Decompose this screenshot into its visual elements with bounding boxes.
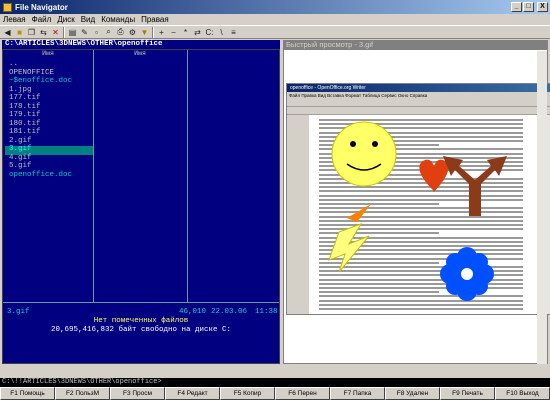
menu-right[interactable]: Правая — [138, 15, 172, 24]
delete-icon[interactable]: ✕ — [50, 27, 61, 38]
minus-icon[interactable]: − — [168, 27, 179, 38]
f2-user-menu-button[interactable]: F2 ПользМ — [55, 387, 110, 400]
find-icon[interactable]: ⌕ — [103, 27, 114, 38]
selected-size: 46,010 — [179, 308, 207, 316]
menu-left[interactable]: Левая — [0, 15, 29, 24]
left-file-panel[interactable]: Имя Имя .. OPENOFFICE ~$enoffice.doc 1.jpg 1… — [2, 49, 280, 364]
heart-shape — [419, 159, 449, 192]
left-panel-path[interactable]: C:\ARTICLES\3DNEWS\OTHER\openoffice — [2, 40, 280, 49]
right-panel-title: Быстрый просмотр - 3.gif — [283, 40, 548, 49]
command-line[interactable]: C:\!!ARTICLES\3DNEWS\OTHER\openoffice> — [0, 378, 550, 387]
f1-help-button[interactable]: F1 Помощь — [0, 387, 55, 400]
free-space-status: 20,695,416,832 байт свободно на диске C: — [50, 326, 232, 334]
new-file-icon[interactable]: ▫ — [91, 27, 102, 38]
file-list-item[interactable]: 181.tif — [9, 128, 41, 137]
properties-icon[interactable]: ⚙ — [127, 27, 138, 38]
f10-exit-button[interactable]: F10 Выход — [495, 387, 550, 400]
file-list-item[interactable]: 2.gif — [9, 137, 32, 146]
f7-folder-button[interactable]: F7 Папка — [330, 387, 385, 400]
app-icon — [3, 2, 12, 12]
marked-files-status: Нет помеченных файлов — [93, 317, 189, 325]
preview-image: openoffice - OpenOffice.org Writer Файл … — [286, 83, 550, 315]
swap-icon[interactable]: ⇄ — [192, 27, 203, 38]
column-header-name-2[interactable]: Имя — [95, 50, 185, 58]
selected-date: 22.03.06 — [211, 308, 248, 316]
quick-view-panel: openoffice - OpenOffice.org Writer Файл … — [283, 49, 550, 364]
root-icon[interactable]: \ — [216, 27, 227, 38]
edit-icon[interactable]: ✎ — [79, 27, 90, 38]
selected-time: 11:38 — [255, 308, 278, 316]
split-arrow-shape — [443, 156, 507, 216]
drive-c-icon[interactable]: C: — [204, 27, 215, 38]
file-list-item[interactable]: .. — [9, 60, 18, 69]
filter-icon[interactable]: ▼ — [139, 27, 150, 38]
selected-name: 3.gif — [7, 308, 30, 316]
file-list-item[interactable]: 5.gif — [9, 162, 32, 171]
file-list-item[interactable]: 179.tif — [9, 111, 41, 120]
file-list-item[interactable]: openoffice.doc — [9, 171, 72, 180]
close-button[interactable]: X — [537, 2, 548, 12]
smiley-face-shape — [331, 121, 397, 187]
file-list-item[interactable]: 177.tif — [9, 94, 41, 103]
menu-bar: Левая Файл Диск Вид Команды Правая — [0, 14, 550, 25]
file-list-item[interactable]: 4.gif — [9, 154, 32, 163]
file-list-item[interactable]: 180.tif — [9, 120, 41, 129]
menu-view[interactable]: Вид — [78, 15, 98, 24]
window-title: File Navigator — [15, 2, 68, 12]
print-icon[interactable]: ⎙ — [115, 27, 126, 38]
f4-edit-button[interactable]: F4 Редакт — [165, 387, 220, 400]
file-list-item[interactable]: OPENOFFICE — [9, 69, 54, 78]
selected-file-info: 3.gif 46,010 22.03.06 11:38 — [5, 308, 278, 317]
f9-print-button[interactable]: F9 Печать — [440, 387, 495, 400]
file-list-item[interactable]: 1.jpg — [9, 86, 32, 95]
quick-view-scrollbar[interactable] — [537, 51, 547, 364]
menu-file[interactable]: Файл — [29, 15, 55, 24]
select-all-icon[interactable]: * — [180, 27, 191, 38]
copy-icon[interactable]: ❐ — [26, 27, 37, 38]
column-header-name[interactable]: Имя — [3, 50, 93, 58]
f6-move-button[interactable]: F6 Перен — [275, 387, 330, 400]
lightning-arrow-shape — [328, 204, 371, 273]
list-icon[interactable]: ≡ — [228, 27, 239, 38]
flower-shape — [440, 247, 494, 301]
file-list-item[interactable]: 3.gif — [9, 145, 32, 154]
file-list-item[interactable]: 178.tif — [9, 103, 41, 112]
move-icon[interactable]: ⇆ — [38, 27, 49, 38]
toolbar: ◀ ■ ❐ ⇆ ✕ ▤ ✎ ▫ ⌕ ⎙ ⚙ ▼ + − * ⇄ C: \ ≡ — [0, 25, 550, 39]
plus-icon[interactable]: + — [156, 27, 167, 38]
title-bar: File Navigator _ □ X — [0, 0, 550, 14]
view-icon[interactable]: ▤ — [67, 27, 78, 38]
f3-view-button[interactable]: F3 Просм — [110, 387, 165, 400]
minimize-button[interactable]: _ — [511, 2, 522, 12]
f8-delete-button[interactable]: F8 Удален — [385, 387, 440, 400]
menu-commands[interactable]: Команды — [98, 15, 138, 24]
back-icon[interactable]: ◀ — [2, 27, 13, 38]
folder-icon[interactable]: ■ — [14, 27, 25, 38]
menu-disk[interactable]: Диск — [54, 15, 77, 24]
preview-shapes — [328, 121, 507, 301]
maximize-button[interactable]: □ — [523, 2, 534, 12]
f5-copy-button[interactable]: F5 Копир — [220, 387, 275, 400]
function-key-bar: F1 Помощь F2 ПользМ F3 Просм F4 Редакт F… — [0, 387, 550, 400]
file-list-item[interactable]: ~$enoffice.doc — [9, 77, 72, 86]
